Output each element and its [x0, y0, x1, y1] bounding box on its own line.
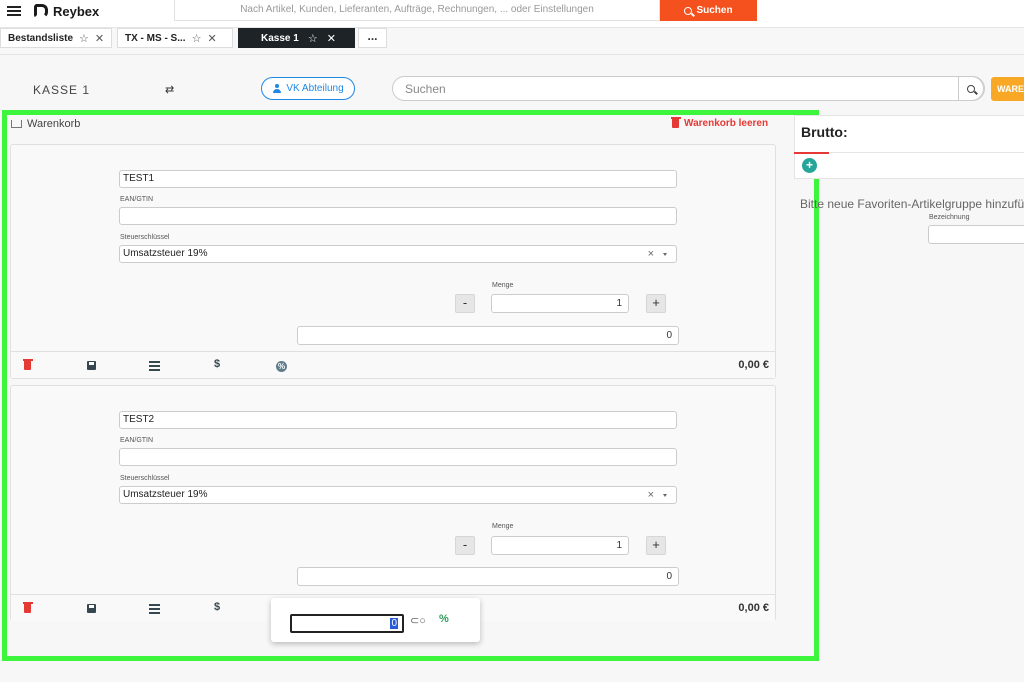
item-total: 0,00 €	[738, 602, 769, 614]
star-icon[interactable]: ☆	[79, 32, 89, 45]
clear-icon[interactable]: ×	[648, 246, 654, 262]
item-name-field[interactable]: TEST2	[119, 411, 677, 429]
top-bar: Reybex Nach Artikel, Kunden, Lieferanten…	[0, 0, 1024, 28]
save-icon[interactable]	[87, 604, 96, 613]
item-name-field[interactable]: TEST1	[119, 170, 677, 188]
tax-label: Steuerschlüssel	[120, 234, 170, 241]
tab-bestandsliste[interactable]: Bestandsliste ☆ ✕	[0, 28, 112, 48]
tab-label: Bestandsliste	[8, 32, 74, 44]
price-field[interactable]: 0	[297, 326, 679, 345]
ean-field[interactable]	[119, 207, 677, 225]
ean-label: EAN/GTIN	[120, 437, 154, 444]
article-search-input[interactable]	[405, 80, 945, 98]
discount-popover: 0 ⊂○ %	[271, 598, 480, 642]
save-icon[interactable]	[87, 361, 96, 370]
price-field[interactable]: 0	[297, 567, 679, 586]
increase-quantity-button[interactable]: +	[646, 294, 666, 313]
tab-bar: Bestandsliste ☆ ✕ TX - MS - S... ☆ ✕ Kas…	[0, 28, 1024, 48]
item-total: 0,00 €	[738, 359, 769, 371]
cart-item-card: TEST2 EAN/GTIN Steuerschlüssel Umsatzste…	[10, 385, 776, 621]
tax-select-value: Umsatzsteuer 19%	[123, 489, 208, 500]
vk-department-label: VK Abteilung	[286, 83, 344, 94]
close-icon[interactable]: ✕	[95, 32, 104, 45]
divider	[829, 152, 1024, 153]
article-search	[392, 76, 985, 101]
trash-icon	[670, 117, 681, 128]
star-icon[interactable]: ☆	[192, 32, 202, 45]
cart-icon	[11, 120, 22, 128]
bezeichnung-input[interactable]	[928, 225, 1024, 244]
tax-label: Steuerschlüssel	[120, 475, 170, 482]
divider	[0, 54, 1024, 55]
person-icon	[272, 84, 281, 93]
quantity-field[interactable]: 1	[491, 294, 629, 313]
ean-field[interactable]	[119, 448, 677, 466]
swap-icon[interactable]: ⇄	[165, 83, 174, 96]
vk-department-button[interactable]: VK Abteilung	[261, 77, 355, 100]
quantity-label: Menge	[492, 523, 514, 530]
app-logo[interactable]: Reybex	[34, 2, 99, 20]
clear-icon[interactable]: ×	[648, 487, 654, 503]
favorites-hint: Bitte neue Favoriten-Artikelgruppe hinzu…	[800, 197, 1024, 211]
decrease-quantity-button[interactable]: -	[455, 294, 475, 313]
quantity-field[interactable]: 1	[491, 536, 629, 555]
reybex-logo-icon	[34, 4, 48, 18]
tab-tx-ms[interactable]: TX - MS - S... ☆ ✕	[117, 28, 233, 48]
bezeichnung-label: Bezeichnung	[929, 214, 970, 221]
item-actions-bar: $ % 0,00 €	[11, 351, 775, 378]
add-favorite-group-button[interactable]: +	[802, 158, 817, 173]
menu-lines-icon[interactable]	[149, 361, 160, 373]
tax-select-value: Umsatzsteuer 19%	[123, 248, 208, 259]
dollar-icon[interactable]: $	[214, 601, 220, 613]
quantity-label: Menge	[492, 282, 514, 289]
percent-toggle-icon[interactable]: %	[439, 613, 449, 625]
clear-cart-label: Warenkorb leeren	[684, 118, 769, 129]
tab-kasse-1[interactable]: Kasse 1 ☆ ✕	[238, 28, 355, 48]
currency-toggle-icon[interactable]: ⊂○	[410, 614, 426, 627]
discount-input[interactable]: 0	[290, 614, 404, 633]
more-tabs-button[interactable]: ...	[358, 28, 387, 48]
chevron-down-icon[interactable]	[663, 253, 667, 256]
star-icon[interactable]: ☆	[308, 32, 318, 45]
article-search-button[interactable]	[958, 76, 984, 101]
close-icon[interactable]: ✕	[327, 32, 336, 45]
discount-input-value: 0	[390, 618, 398, 629]
increase-quantity-button[interactable]: +	[646, 536, 666, 555]
tab-label: TX - MS - S...	[125, 32, 186, 44]
cart-item-card: TEST1 EAN/GTIN Steuerschlüssel Umsatzste…	[10, 144, 776, 379]
tax-select[interactable]: Umsatzsteuer 19% ×	[119, 245, 677, 263]
register-title: KASSE 1	[33, 83, 91, 97]
cart-header: Warenkorb	[11, 118, 80, 130]
close-icon[interactable]: ✕	[207, 32, 216, 45]
discount-icon[interactable]: %	[276, 361, 287, 372]
global-search-input[interactable]: Nach Artikel, Kunden, Lieferanten, Auftr…	[174, 0, 660, 21]
chevron-down-icon[interactable]	[663, 494, 667, 497]
ware-button[interactable]: WARE	[991, 77, 1024, 101]
menu-lines-icon[interactable]	[149, 604, 160, 616]
global-search-button[interactable]: Suchen	[660, 0, 757, 21]
ean-label: EAN/GTIN	[120, 196, 154, 203]
menu-icon[interactable]	[7, 4, 21, 18]
decrease-quantity-button[interactable]: -	[455, 536, 475, 555]
clear-cart-button[interactable]: Warenkorb leeren	[670, 117, 769, 129]
tab-label: Kasse 1	[261, 32, 299, 44]
search-icon	[684, 6, 693, 15]
dollar-icon[interactable]: $	[214, 358, 220, 370]
delete-icon[interactable]	[22, 359, 33, 370]
delete-icon[interactable]	[22, 602, 33, 613]
search-icon	[967, 84, 975, 93]
app-name: Reybex	[53, 3, 100, 19]
active-tab-indicator	[794, 152, 829, 154]
global-search-button-label: Suchen	[696, 5, 733, 16]
tax-select[interactable]: Umsatzsteuer 19% ×	[119, 486, 677, 504]
brutto-label: Brutto:	[801, 124, 848, 140]
cart-title: Warenkorb	[27, 118, 81, 130]
